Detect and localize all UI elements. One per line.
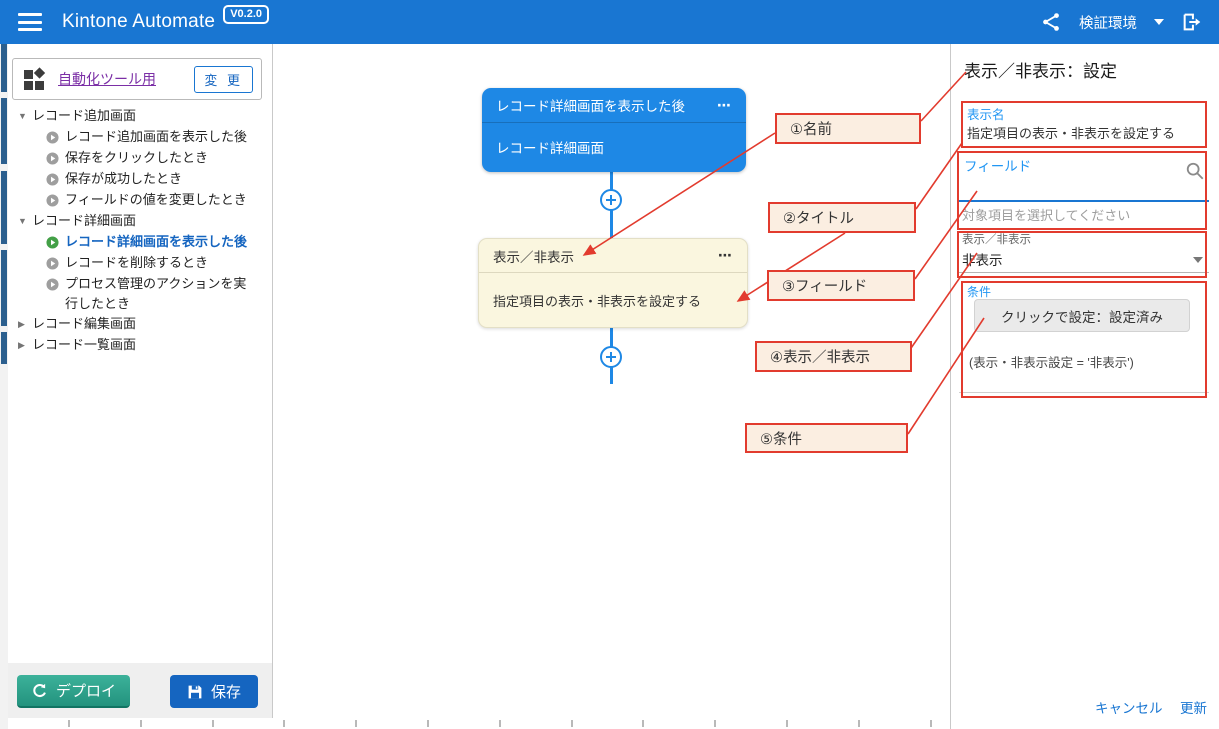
field-input[interactable]: 対象項目を選択してください	[962, 205, 1130, 224]
share-icon[interactable]	[1040, 11, 1062, 33]
display-name-value[interactable]: 指定項目の表示・非表示を設定する	[967, 123, 1175, 142]
visibility-select[interactable]: 非表示	[962, 249, 1003, 269]
event-circle-icon	[46, 278, 59, 291]
field-label: フィールド	[964, 155, 1031, 175]
header-actions: 検証環境	[1040, 11, 1203, 33]
node-title: レコード詳細画面	[482, 123, 746, 171]
tree-item[interactable]: 保存が成功したとき	[8, 169, 266, 190]
more-options-icon[interactable]: ⋯	[718, 247, 733, 264]
node-name: レコード詳細画面を表示した後	[496, 95, 685, 115]
tree-section-record-add[interactable]: ▼ レコード追加画面	[8, 106, 266, 127]
tree-item[interactable]: フィールドの値を変更したとき	[8, 190, 266, 211]
tree-item[interactable]: 保存をクリックしたとき	[8, 148, 266, 169]
flow-node-action[interactable]: 表示／非表示 ⋯ 指定項目の表示・非表示を設定する	[478, 238, 748, 328]
display-name-label: 表示名	[967, 104, 1005, 123]
condition-summary: (表示・非表示設定 = '非表示')	[969, 352, 1134, 371]
tree-section-record-edit[interactable]: ▶ レコード編集画面	[8, 314, 266, 335]
app-name-link[interactable]: 自動化ツール用	[58, 69, 156, 89]
tree-item[interactable]: プロセス管理のアクションを実行したとき	[8, 274, 258, 314]
kintone-app-icon	[21, 66, 48, 93]
more-options-icon[interactable]: ⋯	[717, 97, 732, 114]
condition-set-button[interactable]: クリックで設定：設定済み	[974, 299, 1190, 332]
condition-underline	[959, 392, 1209, 393]
event-circle-icon-active	[46, 236, 59, 249]
save-floppy-icon	[187, 684, 203, 700]
app-header: Kintone Automate V0.2.0 検証環境	[0, 0, 1219, 44]
event-circle-icon	[46, 152, 59, 165]
node-header: 表示／非表示 ⋯	[479, 239, 747, 273]
annotation-box-name: ①名前	[775, 113, 921, 144]
cancel-button[interactable]: キャンセル	[1095, 697, 1163, 717]
chevron-down-icon[interactable]	[1154, 19, 1164, 25]
visibility-label: 表示／非表示	[962, 231, 1031, 247]
menu-icon[interactable]	[18, 13, 42, 31]
tree-section-record-detail[interactable]: ▼ レコード詳細画面	[8, 211, 266, 232]
chevron-down-icon[interactable]	[1193, 257, 1203, 263]
event-circle-icon	[46, 257, 59, 270]
update-button[interactable]: 更新	[1180, 697, 1207, 717]
event-circle-icon	[46, 131, 59, 144]
expander-icon[interactable]: ▶	[18, 335, 32, 356]
sidebar: 自動化ツール用 変 更 ▼ レコード追加画面 レコード追加画面を表示した後 保存…	[8, 44, 273, 718]
event-tree: ▼ レコード追加画面 レコード追加画面を表示した後 保存をクリックしたとき 保存…	[8, 106, 266, 356]
sync-icon	[31, 682, 48, 699]
tree-section-record-list[interactable]: ▶ レコード一覧画面	[8, 335, 266, 356]
annotation-box-title: ②タイトル	[768, 202, 916, 233]
event-circle-icon	[46, 194, 59, 207]
tree-item[interactable]: レコードを削除するとき	[8, 253, 266, 274]
add-step-button[interactable]	[600, 189, 622, 211]
expander-icon[interactable]: ▼	[18, 211, 32, 232]
annotation-box-condition: ⑤条件	[745, 423, 908, 453]
change-app-button[interactable]: 変 更	[194, 66, 253, 93]
save-button[interactable]: 保存	[170, 675, 258, 708]
annotation-box-visibility: ④表示／非表示	[755, 341, 912, 372]
annotation-box-field: ③フィールド	[767, 270, 915, 301]
edge-scroll-strip[interactable]	[0, 44, 8, 729]
app-root: Kintone Automate V0.2.0 検証環境	[0, 0, 1219, 729]
expander-icon[interactable]: ▶	[18, 314, 32, 335]
node-title: 指定項目の表示・非表示を設定する	[479, 273, 747, 327]
deploy-button[interactable]: デプロイ	[17, 675, 130, 708]
search-icon[interactable]	[1185, 161, 1205, 181]
settings-panel: 表示／非表示：設定 表示名 指定項目の表示・非表示を設定する フィールド 対象項…	[950, 44, 1219, 729]
logout-icon[interactable]	[1181, 11, 1203, 33]
sidebar-footer: デプロイ 保存	[8, 663, 272, 718]
add-step-button[interactable]	[600, 346, 622, 368]
node-name: 表示／非表示	[493, 246, 574, 266]
version-badge: V0.2.0	[223, 5, 269, 24]
flow-node-event[interactable]: レコード詳細画面を表示した後 ⋯ レコード詳細画面	[482, 88, 746, 172]
expander-icon[interactable]: ▼	[18, 106, 32, 127]
condition-label: 条件	[967, 283, 991, 300]
visibility-underline	[959, 272, 1209, 273]
app-title: Kintone Automate	[62, 11, 215, 33]
app-selector-box: 自動化ツール用 変 更	[12, 58, 262, 100]
field-input-underline	[959, 200, 1209, 202]
event-circle-icon	[46, 173, 59, 186]
panel-title: 表示／非表示：設定	[964, 57, 1117, 82]
environment-selector[interactable]: 検証環境	[1079, 12, 1137, 33]
tree-item-selected[interactable]: レコード詳細画面を表示した後	[8, 232, 266, 253]
node-header: レコード詳細画面を表示した後 ⋯	[482, 88, 746, 123]
tree-item[interactable]: レコード追加画面を表示した後	[8, 127, 266, 148]
